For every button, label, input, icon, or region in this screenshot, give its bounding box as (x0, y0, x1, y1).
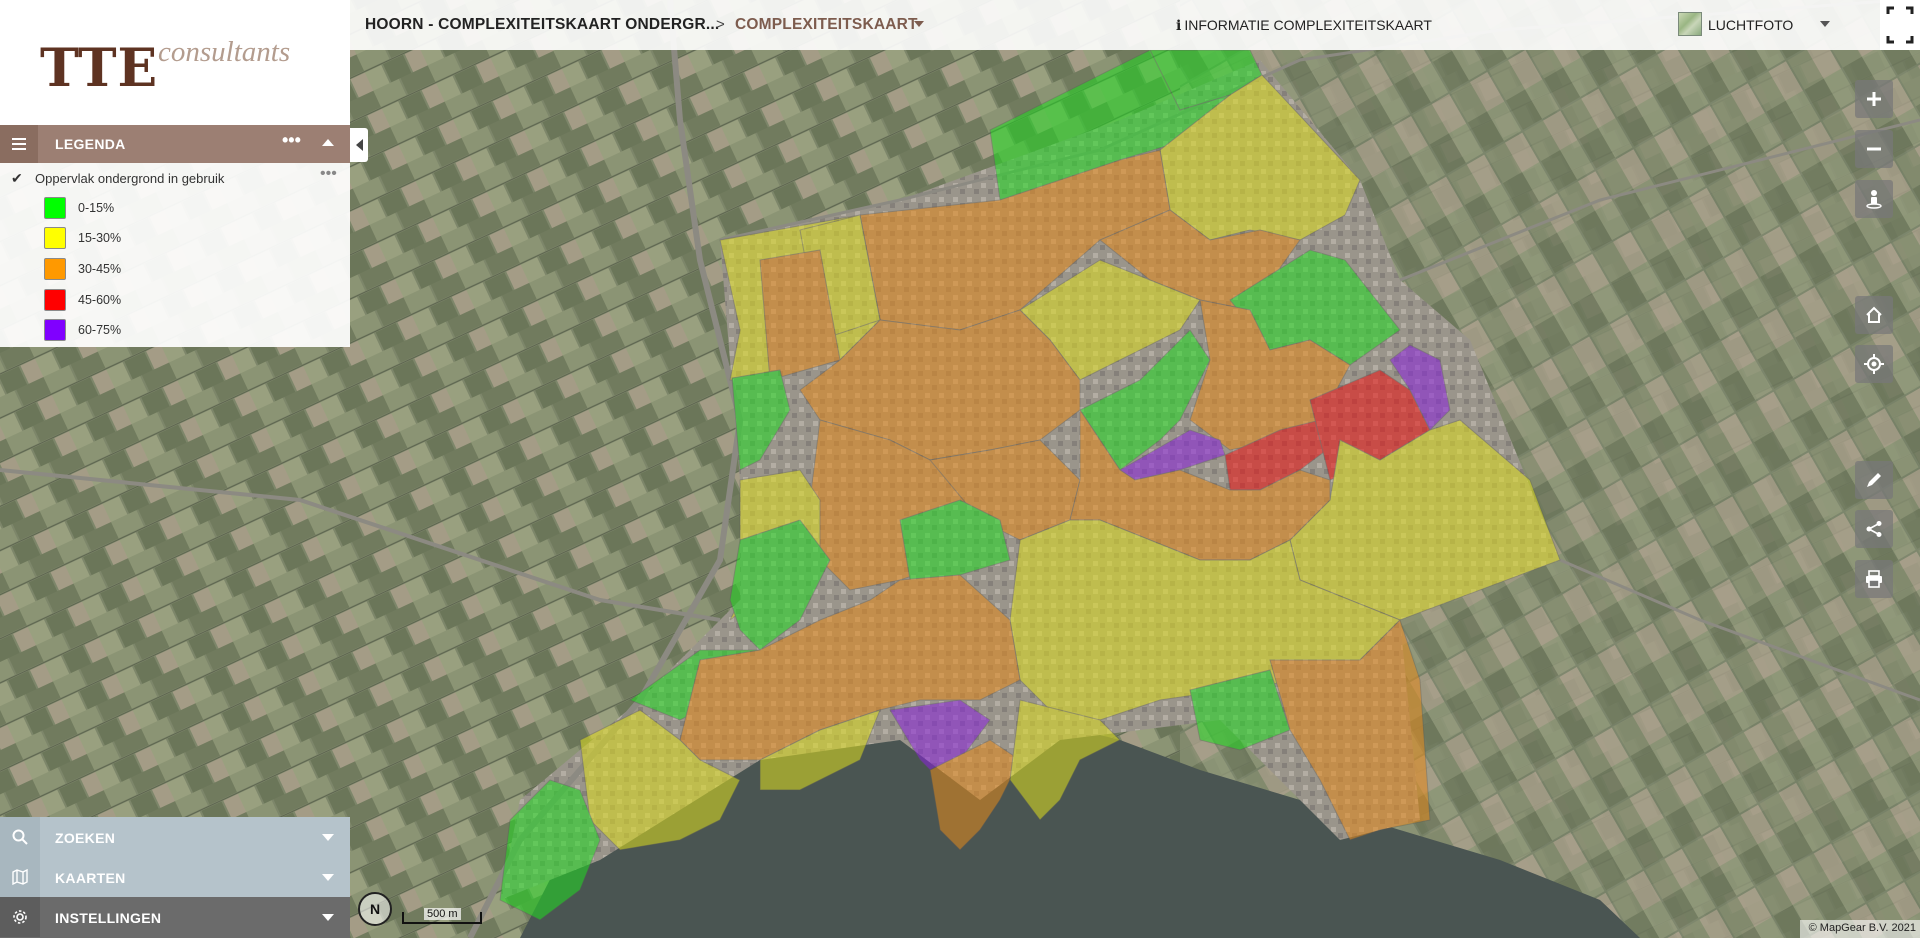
logo-text: TTE (40, 38, 159, 99)
legend-item: 60-75% (0, 315, 350, 345)
info-icon: i (1176, 18, 1182, 34)
legend-label: 0-15% (78, 201, 115, 215)
share-icon (1866, 521, 1882, 537)
legend-item: 0-15% (0, 193, 350, 223)
locate-icon (1864, 354, 1884, 374)
map-attribution: © MapGear B.V. 2021 (1800, 920, 1920, 938)
legend-swatch (44, 197, 66, 219)
panel-title: ZOEKEN (55, 830, 116, 846)
legend-more-icon[interactable]: ••• (282, 130, 301, 151)
chevron-down-icon (322, 834, 334, 841)
legend-panel: ✔ Oppervlak ondergrond in gebruik ••• 0-… (0, 163, 350, 347)
legend-item: 30-45% (0, 254, 350, 284)
measure-icon (1867, 473, 1881, 487)
map-icon (0, 857, 40, 897)
menu-icon[interactable] (0, 125, 38, 163)
print-icon (1866, 570, 1882, 588)
basemap-thumbnail (1678, 12, 1702, 36)
chevron-down-icon (322, 914, 334, 921)
zoom-out-button[interactable] (1855, 130, 1893, 168)
home-button[interactable] (1855, 296, 1893, 334)
fullscreen-icon (1886, 6, 1914, 44)
layer-more-icon[interactable]: ••• (320, 165, 337, 183)
home-icon (1866, 306, 1882, 323)
scale-label: 500 m (424, 908, 461, 920)
chevron-down-icon (1820, 21, 1830, 27)
zoom-in-icon (1867, 92, 1881, 106)
zoom-out-icon (1867, 147, 1881, 151)
north-arrow[interactable]: N (358, 892, 392, 926)
logo: TTE consultants (0, 0, 350, 125)
chevron-left-icon (355, 139, 363, 151)
legend-swatch (44, 319, 66, 341)
print-button[interactable] (1855, 560, 1893, 598)
legend-label: 30-45% (78, 262, 122, 276)
panel-title: INSTELLINGEN (55, 910, 162, 926)
legend-label: 60-75% (78, 323, 122, 337)
info-label: INFORMATIE COMPLEXITEITSKAART (1184, 17, 1432, 33)
measure-button[interactable] (1855, 461, 1893, 499)
legend-layer-row[interactable]: ✔ Oppervlak ondergrond in gebruik ••• (0, 163, 350, 193)
panel-kaarten[interactable]: KAARTEN (0, 857, 350, 897)
fullscreen-button[interactable] (1880, 0, 1920, 50)
breadcrumb-separator: > (716, 16, 725, 33)
collapse-sidebar-button[interactable] (350, 128, 368, 162)
chevron-up-icon[interactable] (322, 139, 334, 146)
legend-label: 15-30% (78, 231, 122, 245)
legend-swatch (44, 258, 66, 280)
scale-bar: 500 m (402, 908, 482, 924)
breadcrumb-project[interactable]: HOORN - COMPLEXITEITSKAART ONDERGR... (365, 16, 719, 34)
info-link[interactable]: i INFORMATIE COMPLEXITEITSKAART (1176, 17, 1432, 34)
street-view-button[interactable] (1855, 180, 1893, 218)
legend-header[interactable]: LEGENDA ••• (0, 125, 350, 163)
zoom-in-button[interactable] (1855, 80, 1893, 118)
legend-item: 45-60% (0, 285, 350, 315)
panel-instellingen[interactable]: INSTELLINGEN (0, 897, 350, 938)
legend-swatch (44, 227, 66, 249)
layer-name: Oppervlak ondergrond in gebruik (35, 171, 225, 186)
legend-title: LEGENDA (55, 136, 126, 152)
search-icon (0, 817, 40, 857)
basemap-selector[interactable]: LUCHTFOTO (1678, 12, 1838, 38)
chevron-down-icon (322, 874, 334, 881)
legend-item: 15-30% (0, 223, 350, 253)
share-button[interactable] (1855, 510, 1893, 548)
breadcrumb-current-map[interactable]: COMPLEXITEITSKAART (735, 16, 918, 34)
street-view-icon (1866, 190, 1882, 209)
basemap-label: LUCHTFOTO (1708, 17, 1794, 33)
legend-label: 45-60% (78, 293, 122, 307)
locate-button[interactable] (1855, 345, 1893, 383)
top-bar: HOORN - COMPLEXITEITSKAART ONDERGR... > … (350, 0, 1880, 50)
chevron-down-icon[interactable] (914, 21, 924, 27)
north-label: N (369, 901, 381, 917)
panel-title: KAARTEN (55, 870, 126, 886)
panel-zoeken[interactable]: ZOEKEN (0, 817, 350, 857)
logo-subtext: consultants (158, 36, 291, 68)
checkmark-icon[interactable]: ✔ (11, 170, 23, 187)
legend-swatch (44, 289, 66, 311)
gear-icon (0, 897, 40, 937)
